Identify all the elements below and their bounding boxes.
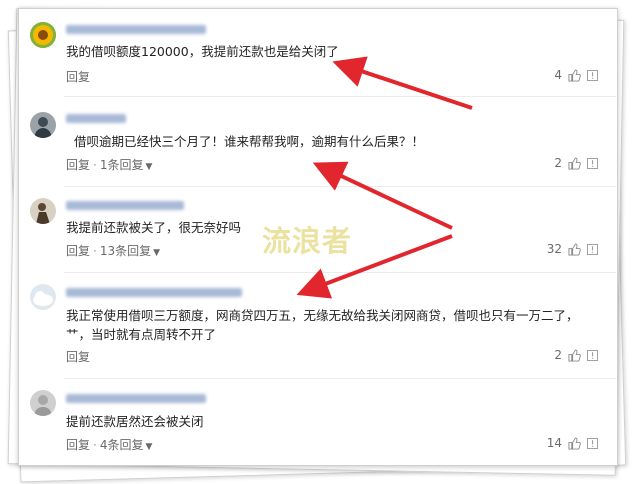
- view-replies-link[interactable]: 13条回复 ▼: [100, 244, 160, 258]
- chevron-down-icon: ▼: [145, 442, 153, 452]
- avatar[interactable]: [30, 22, 56, 48]
- username-blurred: [66, 201, 184, 210]
- avatar[interactable]: [30, 198, 56, 224]
- report-icon[interactable]: [587, 437, 598, 449]
- reply-button[interactable]: 回复: [66, 244, 90, 258]
- like-count: 14: [546, 436, 562, 450]
- view-replies-link[interactable]: 4条回复 ▼: [100, 438, 153, 452]
- report-icon[interactable]: [587, 349, 598, 361]
- portrait-avatar-icon: [30, 112, 56, 138]
- comment-text: 提前还款居然还会被关闭: [66, 414, 204, 429]
- comment-text: 借呗逾期已经快三个月了！谁来帮帮我啊，逾期有什么后果？！: [74, 134, 425, 149]
- username-blurred: [66, 114, 126, 123]
- username-blurred: [66, 394, 206, 403]
- like-count: 32: [546, 242, 562, 256]
- report-icon[interactable]: [587, 69, 598, 81]
- report-icon[interactable]: [587, 157, 598, 169]
- like-area: 14: [547, 436, 598, 450]
- replies-count: 13条回复: [99, 244, 152, 258]
- watermark: 流浪者: [262, 224, 353, 258]
- thumbs-up-icon[interactable]: [568, 348, 581, 362]
- comment-text: 我正常使用借呗三万额度，网商贷四万五，无缘无故给我关闭网商贷，借呗也只有一万二了…: [66, 308, 579, 342]
- comment-actions: 回复 · 13条回复 ▼: [66, 242, 160, 259]
- chevron-down-icon: ▼: [145, 162, 153, 172]
- grey-avatar-icon: [30, 390, 56, 416]
- comment-actions: 回复: [66, 348, 90, 365]
- thumbs-up-icon[interactable]: [568, 242, 581, 256]
- reply-button[interactable]: 回复: [66, 350, 90, 364]
- comment-actions: 回复 · 4条回复 ▼: [66, 436, 152, 453]
- like-count: 2: [554, 156, 562, 170]
- comment-item: 我的借呗额度120000，我提前还款也是给关闭了 回复 4: [18, 14, 616, 92]
- avatar[interactable]: [30, 112, 56, 138]
- thumbs-up-icon[interactable]: [568, 436, 581, 450]
- reply-button[interactable]: 回复: [66, 70, 90, 84]
- reply-button[interactable]: 回复: [66, 158, 90, 172]
- username-blurred: [66, 288, 242, 297]
- separator-dot: ·: [93, 158, 97, 172]
- comment-text: 我的借呗额度120000，我提前还款也是给关闭了: [66, 44, 339, 59]
- username-blurred: [66, 25, 206, 34]
- divider: [64, 378, 616, 379]
- like-area: 32: [547, 242, 598, 256]
- comment-item: 我正常使用借呗三万额度，网商贷四万五，无缘无故给我关闭网商贷，借呗也只有一万二了…: [18, 276, 616, 376]
- comment-item: 提前还款居然还会被关闭 回复 · 4条回复 ▼ 14: [18, 382, 616, 462]
- thumbs-up-icon[interactable]: [568, 156, 581, 170]
- like-count: 4: [554, 68, 562, 82]
- avatar[interactable]: [30, 284, 56, 310]
- like-area: 4: [554, 68, 598, 82]
- replies-count: 4条回复: [99, 438, 144, 452]
- replies-count: 1条回复: [99, 158, 144, 172]
- report-icon[interactable]: [587, 243, 598, 255]
- comment-actions: 回复: [66, 68, 90, 85]
- like-area: 2: [554, 156, 598, 170]
- figure-avatar-icon: [30, 198, 56, 224]
- reply-button[interactable]: 回复: [66, 438, 90, 452]
- divider: [64, 272, 616, 273]
- divider: [64, 96, 616, 97]
- thumbs-up-icon[interactable]: [568, 68, 581, 82]
- comment-item: 借呗逾期已经快三个月了！谁来帮帮我啊，逾期有什么后果？！ 回复 · 1条回复 ▼ 2: [18, 100, 616, 180]
- cloud-avatar-icon: [30, 284, 56, 310]
- sunflower-avatar-icon: [30, 22, 56, 48]
- chevron-down-icon: ▼: [153, 248, 161, 258]
- divider: [64, 186, 616, 187]
- view-replies-link[interactable]: 1条回复 ▼: [100, 158, 153, 172]
- separator-dot: ·: [93, 438, 97, 452]
- comment-actions: 回复 · 1条回复 ▼: [66, 156, 152, 173]
- avatar[interactable]: [30, 390, 56, 416]
- screenshot-stage: 我的借呗额度120000，我提前还款也是给关闭了 回复 4 借呗逾期已经快三个月: [0, 0, 640, 484]
- like-area: 2: [554, 348, 598, 362]
- separator-dot: ·: [93, 244, 97, 258]
- like-count: 2: [554, 348, 562, 362]
